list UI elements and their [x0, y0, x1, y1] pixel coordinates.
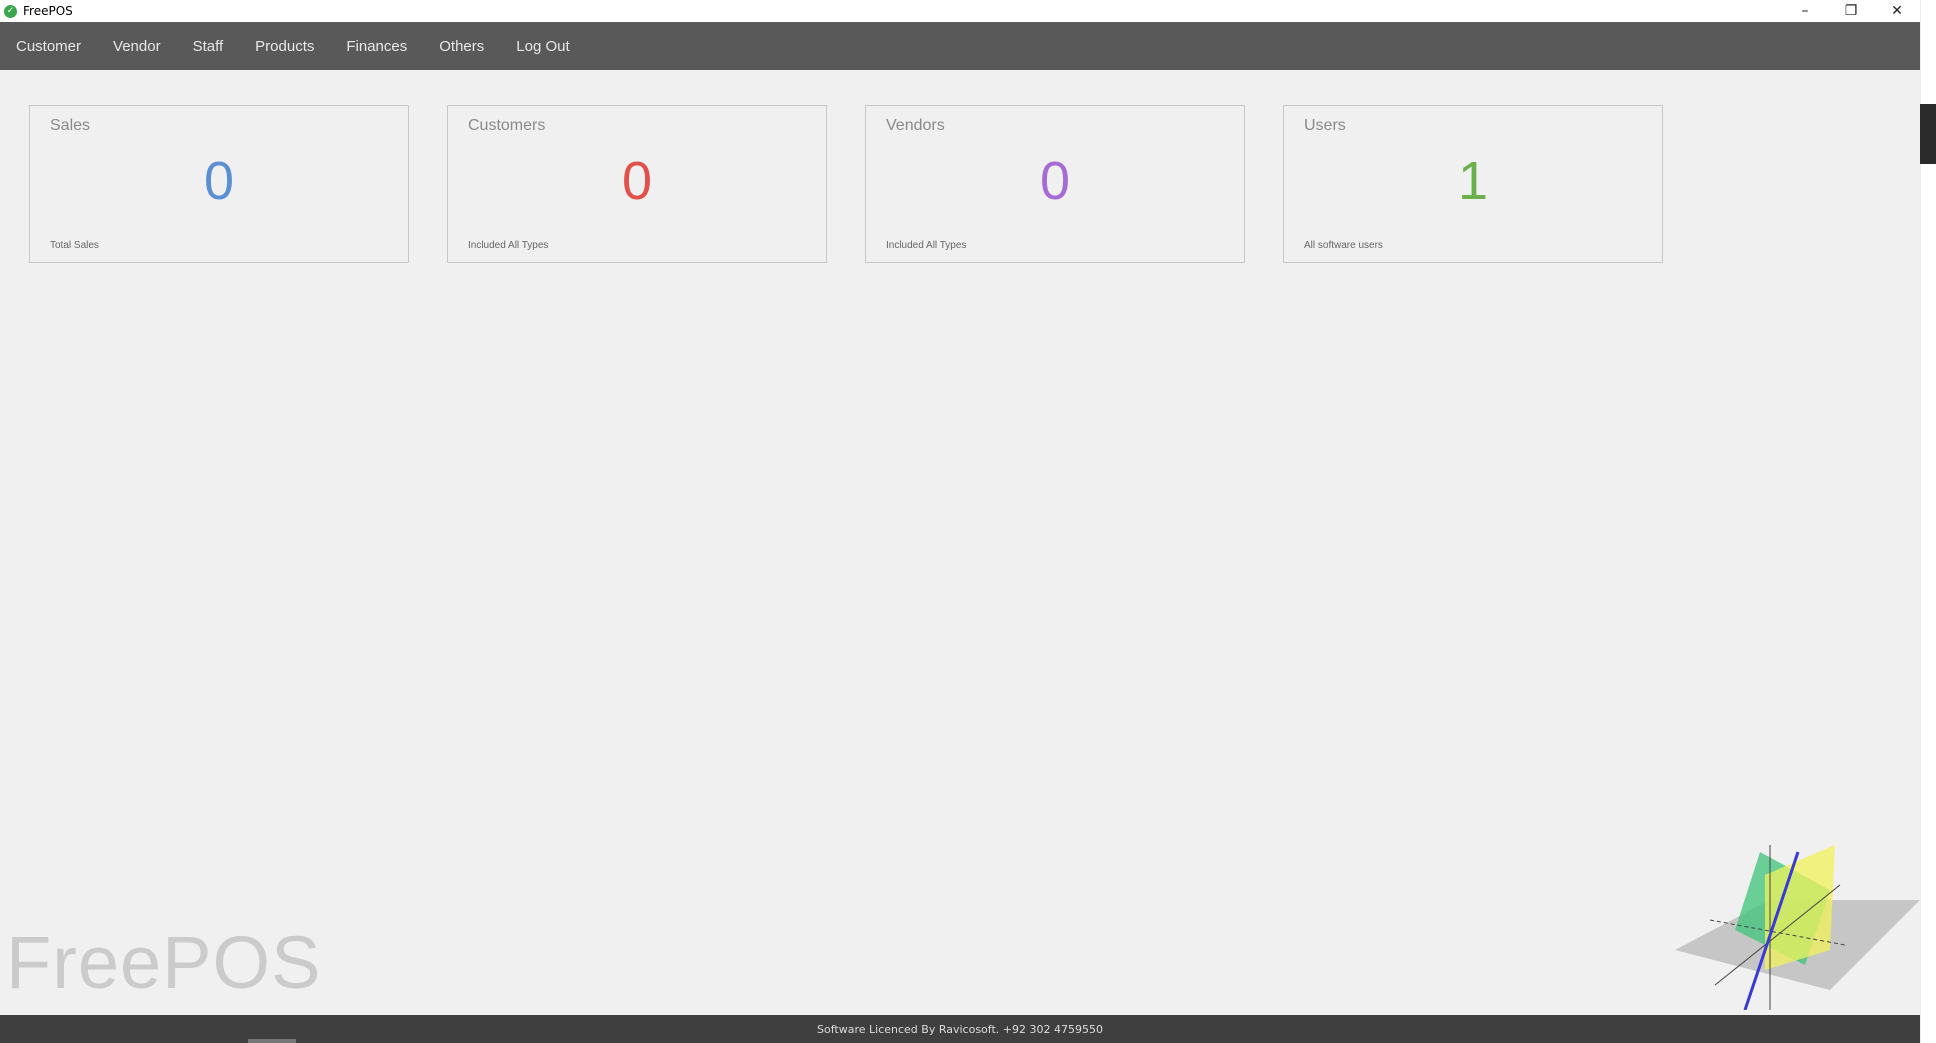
vendors-card: Vendors 0 Included All Types	[865, 105, 1245, 263]
close-button[interactable]: ✕	[1874, 0, 1920, 22]
menu-bar: Customer Vendor Staff Products Finances …	[0, 22, 1920, 70]
minimize-button[interactable]: –	[1782, 0, 1828, 22]
window-title: FreePOS	[23, 4, 73, 18]
stats-cards: Sales 0 Total Sales Customers 0 Included…	[29, 105, 1701, 263]
card-value: 0	[203, 151, 235, 211]
card-subtitle: Included All Types	[886, 240, 967, 251]
menu-item-logout[interactable]: Log Out	[516, 38, 569, 55]
check-icon: ✓	[4, 4, 17, 18]
menu-item-finances[interactable]: Finances	[346, 38, 407, 55]
users-card: Users 1 All software users	[1283, 105, 1663, 263]
card-subtitle: All software users	[1304, 240, 1383, 251]
window-controls: – ❐ ✕	[1782, 0, 1920, 22]
card-title: Customers	[468, 117, 546, 134]
license-text: Software Licenced By Ravicosoft. +92 302…	[817, 1022, 1103, 1036]
card-value: 1	[1457, 151, 1489, 211]
card-subtitle: Total Sales	[50, 240, 99, 251]
customers-card: Customers 0 Included All Types	[447, 105, 827, 263]
right-edge-block	[1920, 104, 1936, 164]
menu-item-customer[interactable]: Customer	[16, 38, 81, 55]
menu-item-others[interactable]: Others	[439, 38, 484, 55]
card-value: 0	[621, 151, 653, 211]
menu-item-vendor[interactable]: Vendor	[113, 38, 161, 55]
3d-planes-logo-icon	[1675, 845, 1920, 1010]
card-title: Vendors	[886, 117, 945, 134]
restore-button[interactable]: ❐	[1828, 0, 1874, 22]
watermark-logo-text: FreePOS	[6, 921, 322, 1004]
menu-item-staff[interactable]: Staff	[193, 38, 224, 55]
card-title: Users	[1304, 117, 1346, 134]
card-subtitle: Included All Types	[468, 240, 549, 251]
card-title: Sales	[50, 117, 91, 134]
menu-item-products[interactable]: Products	[255, 38, 314, 55]
footer-accent	[248, 1039, 296, 1043]
card-value: 0	[1039, 151, 1071, 211]
app-window: ✓ FreePOS – ❐ ✕ Customer Vendor Staff Pr…	[0, 0, 1920, 1043]
title-bar: ✓ FreePOS – ❐ ✕	[0, 0, 1920, 22]
sales-card: Sales 0 Total Sales	[29, 105, 409, 263]
